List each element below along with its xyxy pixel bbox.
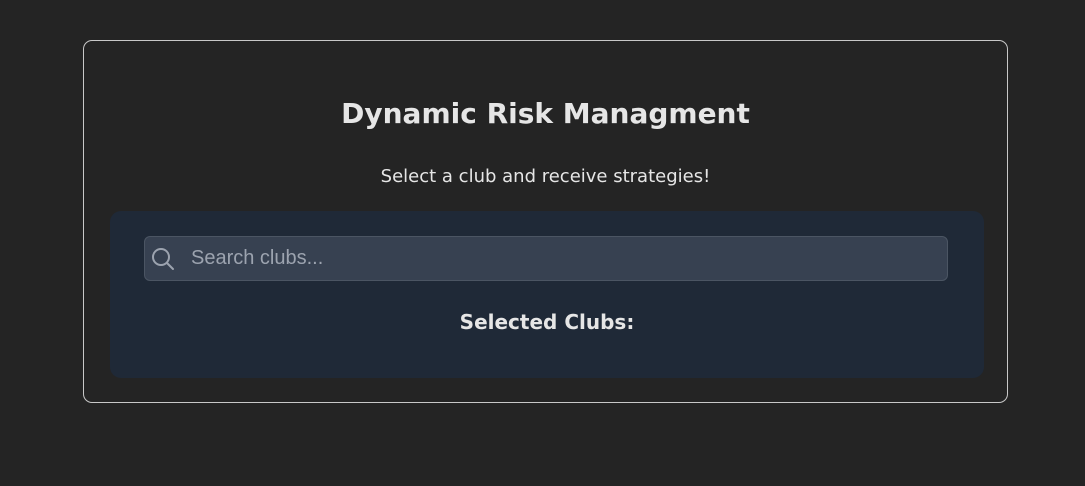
page-title: Dynamic Risk Managment bbox=[341, 97, 750, 130]
search-field[interactable] bbox=[144, 236, 948, 281]
selected-clubs-heading: Selected Clubs: bbox=[459, 310, 635, 334]
main-card: Dynamic Risk Managment Select a club and… bbox=[83, 40, 1008, 403]
search-icon bbox=[150, 246, 176, 272]
page: { "app": { "title": "Dynamic Risk Managm… bbox=[0, 0, 1085, 486]
page-subtitle: Select a club and receive strategies! bbox=[380, 166, 711, 187]
search-input[interactable] bbox=[185, 237, 935, 280]
club-selector-panel: Selected Clubs: bbox=[110, 211, 984, 378]
